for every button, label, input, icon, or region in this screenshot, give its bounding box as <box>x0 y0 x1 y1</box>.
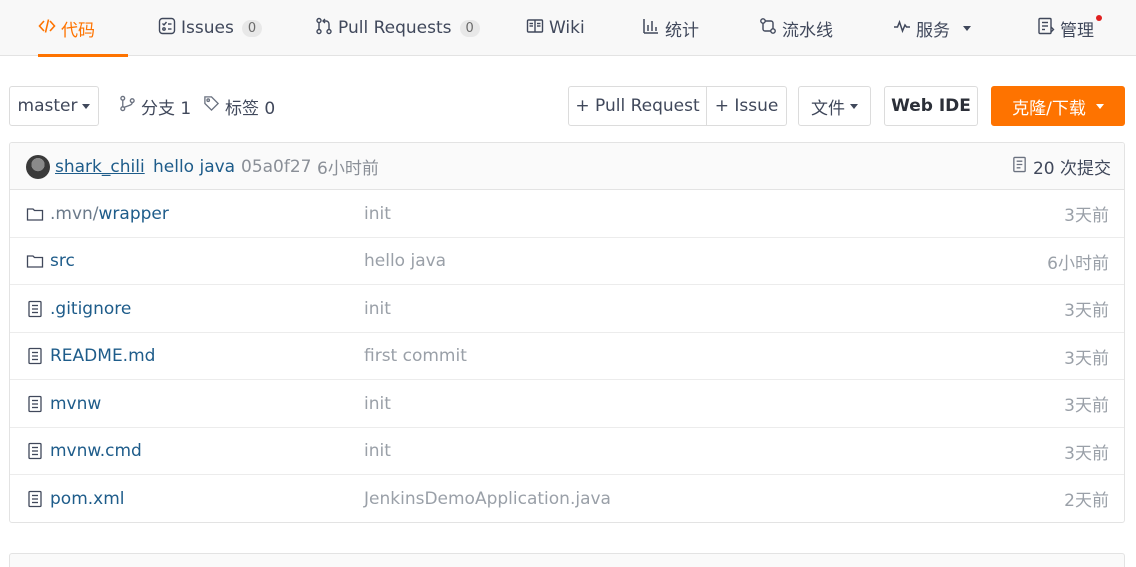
tab-pull-requests-label: Pull Requests <box>338 18 452 38</box>
file-commit-message[interactable]: JenkinsDemoApplication.java <box>364 475 611 522</box>
file-time: 3天前 <box>1064 396 1109 416</box>
tab-stats[interactable]: 统计 <box>642 0 699 56</box>
file-icon <box>26 333 44 380</box>
tab-manage[interactable]: 管理 <box>1037 0 1102 56</box>
file-icon <box>26 380 44 427</box>
tab-stats-label: 统计 <box>665 20 699 41</box>
file-row[interactable]: .mvn/wrapper init 3天前 <box>10 190 1124 238</box>
pipeline-icon <box>759 17 777 40</box>
folder-icon <box>26 238 44 285</box>
clone-download-button[interactable]: 克隆/下载 <box>991 86 1125 126</box>
tab-services-label: 服务 <box>916 20 950 41</box>
branch-select[interactable]: master <box>9 86 99 126</box>
chevron-down-icon <box>850 103 858 109</box>
commits-count-link[interactable]: 20 次提交 <box>1011 143 1111 190</box>
file-commit-message[interactable]: init <box>364 428 391 475</box>
file-row[interactable]: mvnw init 3天前 <box>10 380 1124 428</box>
file-menu-label: 文件 <box>811 98 845 119</box>
book-icon <box>526 17 544 40</box>
tab-code[interactable]: 代码 <box>38 0 128 57</box>
file-name-link[interactable]: .gitignore <box>50 285 131 332</box>
commit-time: 6小时前 <box>317 159 379 179</box>
bar-chart-icon <box>642 17 660 40</box>
notification-dot <box>1096 15 1102 21</box>
file-list-panel: shark_chili hello java 05a0f27 6小时前 20 次… <box>9 142 1125 523</box>
code-icon <box>38 17 56 40</box>
tab-issues-label: Issues <box>181 18 234 38</box>
tab-wiki[interactable]: Wiki <box>526 0 585 56</box>
pull-request-icon <box>315 17 333 40</box>
tab-pipeline[interactable]: 流水线 <box>759 0 833 56</box>
latest-commit-bar: shark_chili hello java 05a0f27 6小时前 20 次… <box>10 143 1124 190</box>
branches-link[interactable]: 分支 1 <box>119 86 191 126</box>
repo-tab-bar: 代码 Issues 0 Pull Requests 0 Wiki 统计 流水线 … <box>0 0 1136 57</box>
commit-message-link[interactable]: hello java <box>153 143 235 190</box>
file-row[interactable]: src hello java 6小时前 <box>10 238 1124 285</box>
file-row[interactable]: .gitignore init 3天前 <box>10 285 1124 333</box>
tags-link[interactable]: 标签 0 <box>203 86 275 126</box>
chevron-down-icon <box>82 103 91 109</box>
file-row[interactable]: README.md first commit 3天前 <box>10 333 1124 380</box>
pull-requests-count-badge: 0 <box>459 19 480 37</box>
file-icon <box>26 285 44 332</box>
file-time: 3天前 <box>1064 301 1109 321</box>
new-pull-request-button[interactable]: + Pull Request <box>568 86 707 126</box>
file-time: 3天前 <box>1064 443 1109 464</box>
file-name-link[interactable]: README.md <box>50 333 155 380</box>
web-ide-label: Web IDE <box>891 96 971 116</box>
commits-count-label: 20 次提交 <box>1032 159 1111 179</box>
commit-author-link[interactable]: shark_chili <box>55 143 145 190</box>
issues-count-badge: 0 <box>241 19 263 37</box>
file-name-link[interactable]: .mvn/wrapper <box>50 190 169 237</box>
file-icon <box>26 475 44 522</box>
tab-services[interactable]: 服务 <box>893 0 971 56</box>
file-name-link[interactable]: src <box>50 238 75 285</box>
tab-issues[interactable]: Issues 0 <box>158 0 263 56</box>
new-issue-button[interactable]: + Issue <box>706 86 787 126</box>
tab-pull-requests[interactable]: Pull Requests 0 <box>315 0 480 56</box>
file-name-link[interactable]: mvnw <box>50 380 101 427</box>
file-commit-message[interactable]: init <box>364 285 391 332</box>
branch-select-label: master <box>17 96 78 116</box>
chevron-down-icon <box>963 25 971 31</box>
commit-hash[interactable]: 05a0f27 <box>241 143 311 190</box>
avatar[interactable] <box>26 155 50 179</box>
folder-icon <box>26 190 44 237</box>
branch-icon <box>119 95 136 117</box>
file-name-link[interactable]: pom.xml <box>50 475 125 522</box>
file-commit-message[interactable]: init <box>364 380 391 427</box>
tag-icon <box>203 95 220 117</box>
file-row[interactable]: pom.xml JenkinsDemoApplication.java 2天前 <box>10 475 1124 522</box>
file-name-link[interactable]: mvnw.cmd <box>50 428 142 475</box>
file-commit-message[interactable]: first commit <box>364 333 467 380</box>
tags-label: 标签 0 <box>225 98 276 119</box>
file-time: 2天前 <box>1064 491 1109 511</box>
file-row[interactable]: mvnw.cmd init 3天前 <box>10 428 1124 475</box>
branches-label: 分支 1 <box>141 98 192 119</box>
web-ide-button[interactable]: Web IDE <box>884 86 978 126</box>
new-issue-label: + Issue <box>714 96 779 116</box>
chevron-down-icon <box>1095 103 1104 109</box>
issues-icon <box>158 17 176 40</box>
clone-download-label: 克隆/下载 <box>1012 98 1086 119</box>
tab-wiki-label: Wiki <box>549 18 585 38</box>
file-commit-message[interactable]: init <box>364 190 391 237</box>
file-commit-message[interactable]: hello java <box>364 238 446 285</box>
file-time: 3天前 <box>1064 348 1109 369</box>
tab-manage-label: 管理 <box>1060 20 1094 41</box>
tab-pipeline-label: 流水线 <box>782 20 833 41</box>
file-time: 3天前 <box>1064 206 1109 226</box>
file-rows: .mvn/wrapper init 3天前 src hello java 6小时… <box>10 190 1124 522</box>
readme-panel <box>9 553 1125 567</box>
file-menu-button[interactable]: 文件 <box>798 86 871 126</box>
file-icon <box>26 428 44 475</box>
tab-code-label: 代码 <box>61 20 95 41</box>
file-time: 6小时前 <box>1047 253 1109 274</box>
manage-icon <box>1037 17 1055 40</box>
new-pull-request-label: + Pull Request <box>575 96 700 116</box>
pulse-icon <box>893 17 911 40</box>
commits-icon <box>1011 156 1028 178</box>
